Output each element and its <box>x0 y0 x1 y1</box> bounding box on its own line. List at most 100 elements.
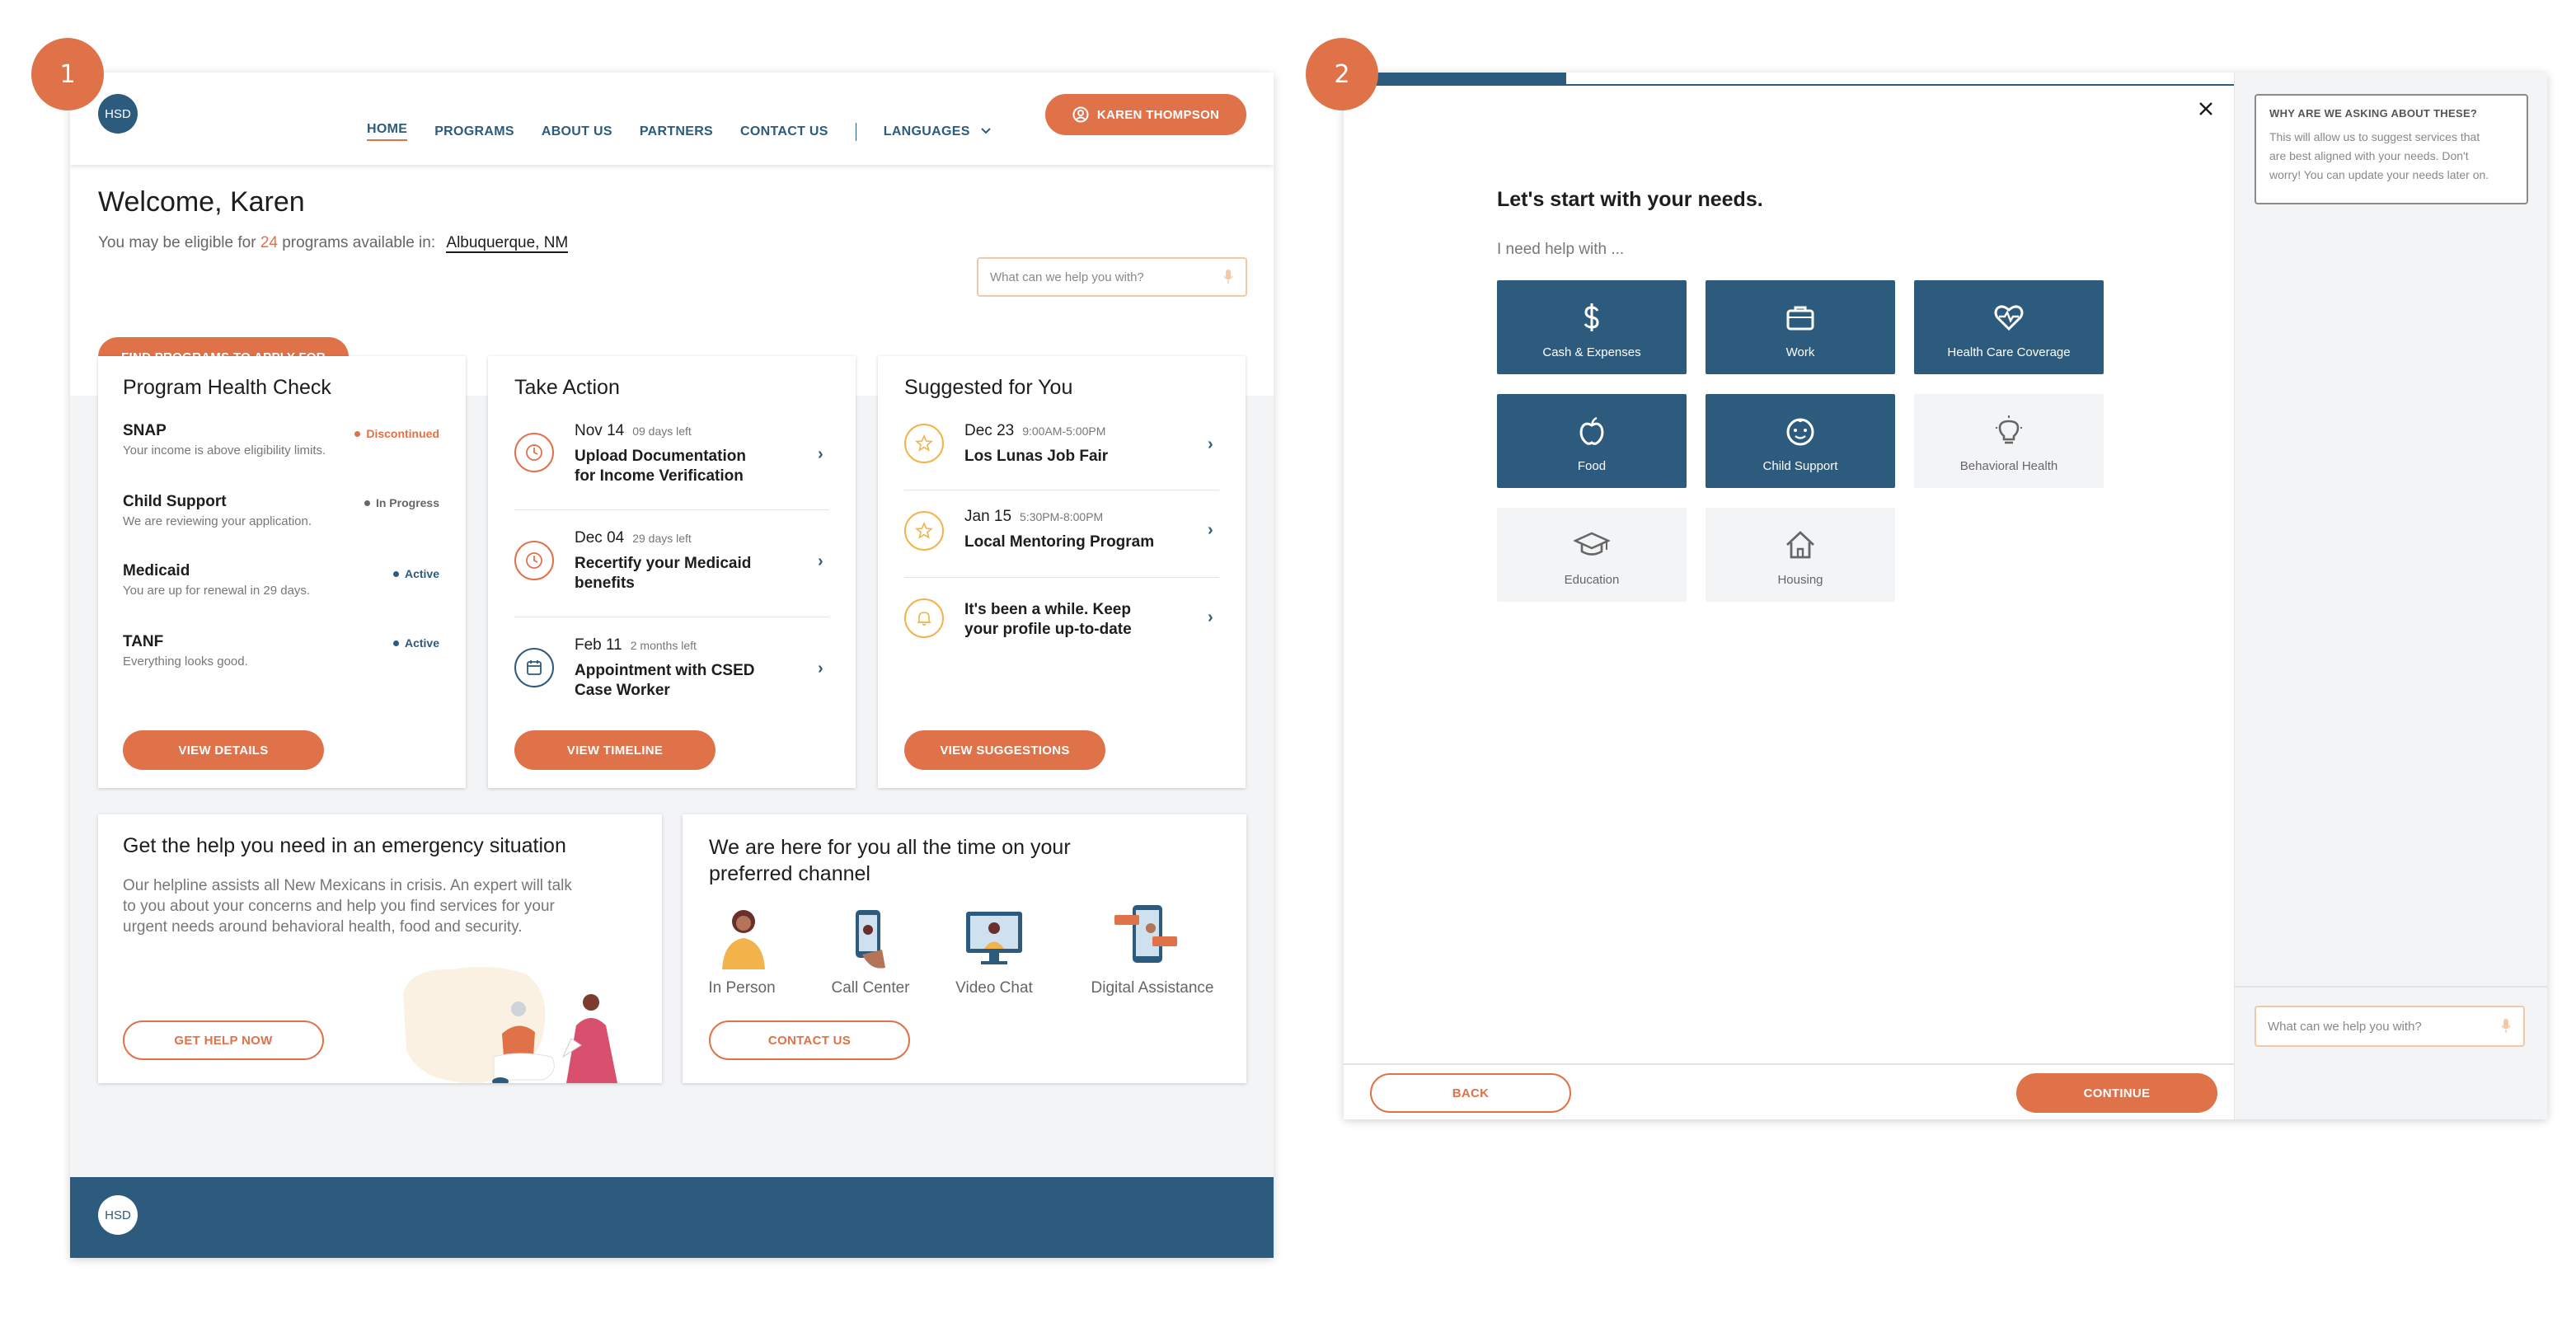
status-badge-tanf: Active <box>392 636 439 650</box>
chevron-down-icon <box>981 127 992 134</box>
user-profile-button[interactable]: KAREN THOMPSON <box>1045 94 1246 135</box>
nav-languages[interactable]: LANGUAGES <box>884 124 992 139</box>
need-label: Cash & Expenses <box>1542 345 1641 359</box>
nav-programs[interactable]: PROGRAMS <box>434 124 514 139</box>
program-desc-tanf: Everything looks good. <box>123 654 248 669</box>
need-label: Housing <box>1777 573 1823 587</box>
channel-label-call-center: Call Center <box>831 979 910 997</box>
microphone-icon[interactable] <box>2500 1018 2512 1034</box>
action-title-2[interactable]: Recertify your Medicaid benefits <box>575 554 751 593</box>
view-timeline-button[interactable]: VIEW TIMELINE <box>514 730 716 770</box>
view-suggestions-button[interactable]: VIEW SUGGESTIONS <box>904 730 1105 770</box>
lightbulb-icon <box>1996 415 2022 444</box>
need-label: Work <box>1785 345 1815 359</box>
need-label: Behavioral Health <box>1959 459 2058 473</box>
footer-hsd-logo[interactable]: HSD <box>98 1195 138 1235</box>
contact-us-button[interactable]: CONTACT US <box>709 1020 910 1060</box>
status-badge-medicaid: Active <box>392 567 439 580</box>
chevron-right-icon[interactable]: › <box>1208 435 1213 454</box>
back-button[interactable]: BACK <box>1370 1073 1571 1113</box>
dollar-icon <box>1584 303 1599 331</box>
need-tile-food[interactable]: Food <box>1497 394 1687 488</box>
need-label: Food <box>1577 459 1607 473</box>
need-tile-health-care-coverage[interactable]: Health Care Coverage <box>1914 280 2104 374</box>
need-tile-behavioral-health[interactable]: Behavioral Health <box>1914 394 2104 488</box>
chevron-right-icon[interactable]: › <box>1208 608 1213 627</box>
action-title-1[interactable]: Upload Documentation for Income Verificat… <box>575 447 746 486</box>
suggestion-title-3[interactable]: It's been a while. Keep your profile up-t… <box>964 600 1132 640</box>
why-asking-text: This will allow us to suggest services t… <box>2269 130 2489 181</box>
need-tile-child-support[interactable]: Child Support <box>1706 394 1895 488</box>
clock-icon <box>514 433 554 472</box>
heart-pulse-icon <box>1994 305 2024 331</box>
chevron-right-icon[interactable]: › <box>818 445 823 464</box>
action-title-3[interactable]: Appointment with CSED Case Worker <box>575 661 754 701</box>
need-label: Education <box>1564 573 1620 587</box>
video-chat-illustration[interactable] <box>961 905 1027 971</box>
channels-title: We are here for you all the time on your… <box>709 836 1071 885</box>
program-name-tanf: TANF <box>123 633 164 650</box>
chevron-right-icon[interactable]: › <box>818 552 823 571</box>
eligible-count: 24 <box>260 234 278 251</box>
user-name-label: KAREN THOMPSON <box>1096 107 1220 122</box>
search-placeholder: What can we help you with? <box>990 270 1144 284</box>
emergency-title: Get the help you need in an emergency si… <box>123 834 566 857</box>
clock-icon <box>514 541 554 580</box>
continue-button[interactable]: CONTINUE <box>2016 1073 2217 1113</box>
need-tile-work[interactable]: Work <box>1706 280 1895 374</box>
nav-contact-us[interactable]: CONTACT US <box>740 124 828 139</box>
action-date-3: Feb 11 2 months left <box>575 636 697 654</box>
get-help-now-button[interactable]: GET HELP NOW <box>123 1020 324 1060</box>
need-tile-housing[interactable]: Housing <box>1706 508 1895 602</box>
chevron-right-icon[interactable]: › <box>818 659 823 678</box>
main-nav: HOME PROGRAMS ABOUT US PARTNERS CONTACT … <box>367 122 992 141</box>
top-navigation-bar: HSD HOME PROGRAMS ABOUT US PARTNERS CONT… <box>70 73 1274 165</box>
view-details-button[interactable]: VIEW DETAILS <box>123 730 324 770</box>
program-desc-medicaid: You are up for renewal in 29 days. <box>123 584 311 598</box>
row-divider <box>514 509 829 510</box>
need-tile-education[interactable]: Education <box>1497 508 1687 602</box>
progress-bar <box>1344 73 2234 86</box>
assistant-search-input[interactable]: What can we help you with? <box>2255 1006 2525 1047</box>
close-icon[interactable] <box>2198 101 2214 117</box>
star-icon <box>904 511 944 551</box>
action-date-2: Dec 04 29 days left <box>575 529 692 547</box>
graduation-cap-icon <box>1574 532 1610 556</box>
need-tile-cash-expenses[interactable]: Cash & Expenses <box>1497 280 1687 374</box>
emergency-help-card: Get the help you need in an emergency si… <box>98 814 662 1083</box>
suggested-title: Suggested for You <box>904 376 1073 399</box>
program-name-child-support: Child Support <box>123 493 227 510</box>
location-selector[interactable]: Albuquerque, NM <box>446 234 569 253</box>
welcome-title: Welcome, Karen <box>98 186 305 218</box>
program-desc-child-support: We are reviewing your application. <box>123 514 312 528</box>
nav-home[interactable]: HOME <box>367 122 408 141</box>
nav-partners[interactable]: PARTNERS <box>640 124 713 139</box>
microphone-icon[interactable] <box>1222 269 1234 285</box>
bell-icon <box>904 598 944 638</box>
search-input[interactable]: What can we help you with? <box>977 257 1247 297</box>
suggestion-title-1[interactable]: Los Lunas Job Fair <box>964 447 1108 467</box>
needs-subheading: I need help with ... <box>1497 241 1625 258</box>
briefcase-icon <box>1786 306 1814 331</box>
step-badge-1: 1 <box>31 38 104 110</box>
why-asking-title: WHY ARE WE ASKING ABOUT THESE? <box>2269 107 2478 120</box>
action-date-1: Nov 14 09 days left <box>575 422 692 439</box>
assistant-search-placeholder: What can we help you with? <box>2268 1019 2422 1034</box>
suggestion-title-2[interactable]: Local Mentoring Program <box>964 532 1154 552</box>
nav-about-us[interactable]: ABOUT US <box>542 124 612 139</box>
why-asking-box: WHY ARE WE ASKING ABOUT THESE? This will… <box>2255 94 2528 204</box>
chevron-right-icon[interactable]: › <box>1208 521 1213 540</box>
languages-label: LANGUAGES <box>883 124 970 138</box>
row-divider <box>904 577 1219 578</box>
help-side-panel: WHY ARE WE ASKING ABOUT THESE? This will… <box>2234 73 2547 1119</box>
star-icon <box>904 424 944 463</box>
digital-assistance-illustration[interactable] <box>1111 900 1182 971</box>
in-person-illustration[interactable] <box>711 905 777 971</box>
hsd-logo[interactable]: HSD <box>98 94 138 134</box>
call-center-illustration[interactable] <box>838 905 903 971</box>
house-icon <box>1786 531 1814 559</box>
program-desc-snap: Your income is above eligibility limits. <box>123 443 326 457</box>
emergency-description: Our helpline assists all New Mexicans in… <box>123 877 572 936</box>
suggestion-date-2: Jan 15 5:30PM-8:00PM <box>964 508 1104 525</box>
user-circle-icon <box>1072 106 1089 123</box>
